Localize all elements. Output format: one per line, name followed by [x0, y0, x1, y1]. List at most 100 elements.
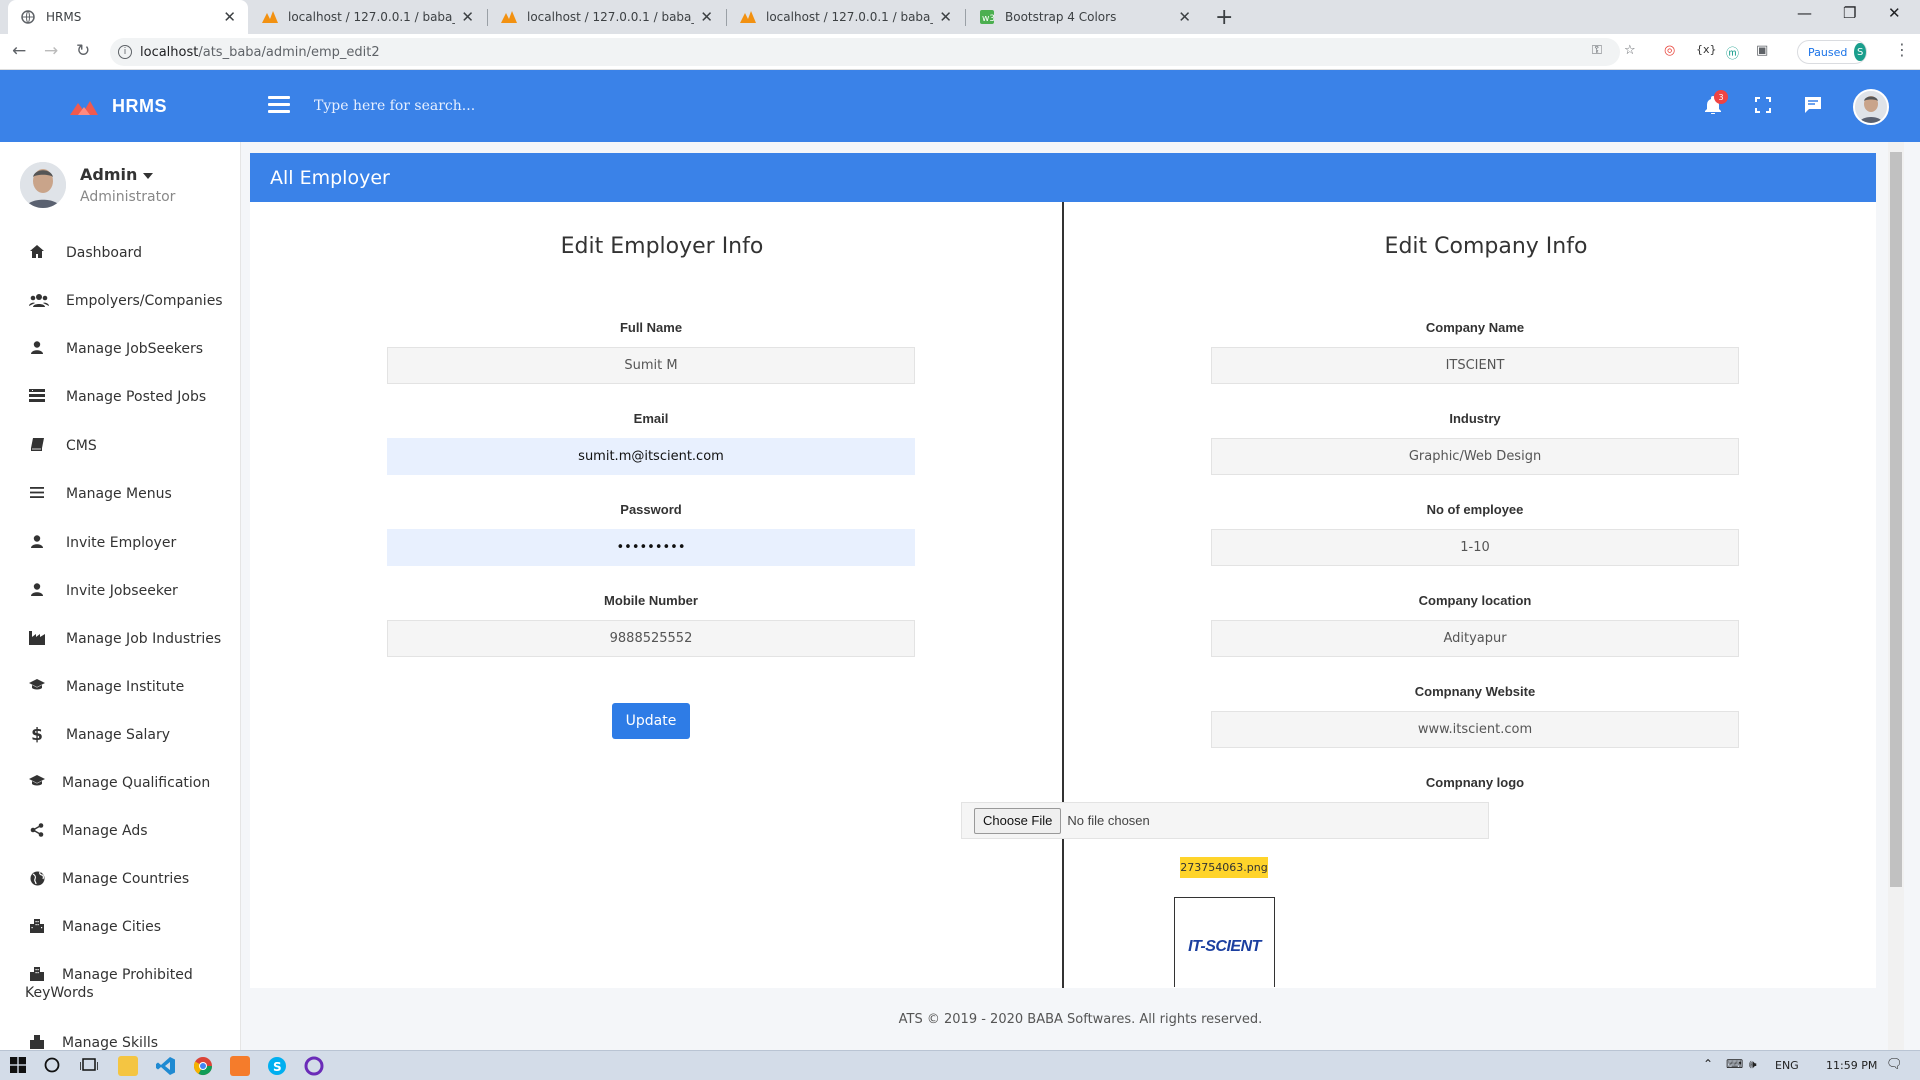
sidebar-item-institute[interactable]: Manage Institute [0, 679, 240, 695]
chat-icon[interactable] [1802, 94, 1824, 116]
volume-icon[interactable]: 🕪 [1749, 1057, 1757, 1072]
company-name-label: Company Name [1425, 320, 1525, 335]
extension-json-icon[interactable]: {x} [1696, 43, 1717, 56]
vscode-icon[interactable] [156, 1056, 176, 1076]
mobile-label: Mobile Number [604, 593, 698, 608]
column-divider [1062, 202, 1064, 988]
close-tab-icon[interactable]: ✕ [700, 8, 713, 26]
password-field[interactable] [387, 529, 915, 566]
sidebar-item-menus[interactable]: Manage Menus [0, 486, 240, 502]
browser-tab-phpmyadmin-2[interactable]: localhost / 127.0.0.1 / baba_hrms ✕ [489, 0, 725, 34]
window-close-icon[interactable]: ✕ [1888, 4, 1901, 22]
sidebar-item-label: Manage Salary [66, 727, 171, 743]
address-bar[interactable]: i localhost/ats_baba/admin/emp_edit2 [110, 38, 1620, 66]
brand[interactable]: HRMS [70, 96, 167, 117]
avatar [20, 162, 66, 208]
sidebar-item-salary[interactable]: $ Manage Salary [0, 727, 240, 744]
new-tab-icon[interactable]: + [1215, 5, 1233, 30]
sidebar-item-skills[interactable]: Manage Skills [0, 1035, 240, 1050]
employee-count-label: No of employee [1426, 502, 1524, 517]
extension-m-icon[interactable]: ⓜ [1726, 43, 1739, 62]
browser-menu-icon[interactable]: ⋮ [1894, 40, 1910, 59]
sidebar-item-invite-employer[interactable]: Invite Employer [0, 535, 240, 552]
full-name-field[interactable] [387, 347, 915, 384]
tab-title: localhost / 127.0.0.1 / baba_hrms [288, 10, 455, 24]
extension-opera-icon[interactable]: ◎ [1664, 43, 1675, 58]
sidebar-item-prohibited-keywords-cont[interactable]: KeyWords [25, 985, 240, 1001]
sidebar-item-jobseekers[interactable]: Manage JobSeekers [0, 341, 240, 358]
email-label: Email [633, 411, 669, 426]
browser-tab-bootstrap-colors[interactable]: w3 Bootstrap 4 Colors ✕ [967, 0, 1203, 34]
reload-icon[interactable]: ↻ [76, 41, 90, 61]
header-avatar[interactable] [1853, 89, 1889, 125]
sidebar-item-label: CMS [66, 438, 97, 454]
sidebar-item-label: Manage Posted Jobs [66, 389, 207, 405]
chrome-icon[interactable] [193, 1056, 213, 1076]
clock[interactable]: 11:59 PM [1826, 1059, 1877, 1072]
user-name-dropdown[interactable]: Admin [80, 165, 154, 184]
sidebar-item-dashboard[interactable]: Dashboard [0, 245, 240, 262]
notification-badge: 3 [1714, 90, 1728, 104]
restore-icon[interactable]: ❐ [1843, 4, 1856, 22]
key-icon[interactable]: ⚿ [1592, 43, 1602, 58]
user-name: Admin [80, 165, 138, 184]
profile-paused-button[interactable]: Paused S [1797, 40, 1867, 64]
tray-chevron-up-icon[interactable]: ⌃ [1703, 1057, 1713, 1071]
copyright-text: ATS © 2019 - 2020 BABA Softwares. All ri… [898, 1012, 1263, 1027]
sidebar-item-ads[interactable]: Manage Ads [0, 823, 240, 841]
sidebar-item-label: Manage Cities [62, 919, 162, 935]
os-taskbar: S ⌃ ⌨ 🕪 ENG 11:59 PM 🗨 [0, 1050, 1920, 1080]
xampp-icon[interactable] [230, 1056, 250, 1076]
action-center-icon[interactable]: 🗨 [1886, 1057, 1903, 1072]
sidebar-item-label: Manage Countries [62, 871, 190, 887]
industry-field[interactable] [1211, 438, 1739, 475]
close-tab-icon[interactable]: ✕ [1178, 8, 1191, 26]
extension-puzzle-icon[interactable]: ▣ [1756, 43, 1768, 58]
hamburger-menu-icon[interactable] [268, 96, 290, 114]
company-website-field[interactable] [1211, 711, 1739, 748]
sidebar-item-cms[interactable]: CMS [0, 438, 240, 455]
browser-tab-phpmyadmin-1[interactable]: localhost / 127.0.0.1 / baba_hrms ✕ [250, 0, 486, 34]
sidebar-item-countries[interactable]: Manage Countries [0, 871, 240, 890]
file-explorer-icon[interactable] [118, 1056, 138, 1076]
sidebar-item-prohibited-keywords[interactable]: Manage Prohibited [0, 967, 240, 985]
update-button[interactable]: Update [612, 703, 690, 739]
cortana-search-icon[interactable] [44, 1057, 60, 1077]
sidebar-item-posted-jobs[interactable]: Manage Posted Jobs [0, 389, 240, 406]
fullscreen-icon[interactable] [1752, 94, 1774, 116]
choose-file-button[interactable]: Choose File [974, 807, 1062, 834]
svg-text:S: S [273, 1060, 282, 1074]
sidebar-item-qualification[interactable]: Manage Qualification [0, 775, 240, 791]
search-input[interactable] [314, 92, 814, 120]
sidebar-item-invite-jobseeker[interactable]: Invite Jobseeker [0, 583, 240, 600]
forward-icon[interactable]: → [44, 41, 58, 61]
sidebar-item-employers[interactable]: Empolyers/Companies [0, 293, 240, 311]
company-location-field[interactable] [1211, 620, 1739, 657]
minimize-icon[interactable]: — [1797, 4, 1812, 22]
company-name-field[interactable] [1211, 347, 1739, 384]
back-icon[interactable]: ← [12, 41, 26, 61]
employee-count-field[interactable] [1211, 529, 1739, 566]
close-tab-icon[interactable]: ✕ [223, 8, 236, 26]
language-indicator[interactable]: ENG [1775, 1059, 1799, 1072]
sidebar-item-cities[interactable]: Manage Cities [0, 919, 240, 937]
task-view-icon[interactable] [79, 1057, 99, 1077]
email-field[interactable] [387, 438, 915, 475]
browser-tab-hrms[interactable]: HRMS ✕ [8, 0, 248, 34]
w3schools-icon: w3 [979, 9, 995, 25]
building-icon [28, 1035, 46, 1050]
browser-tab-phpmyadmin-3[interactable]: localhost / 127.0.0.1 / baba_hrms ✕ [728, 0, 964, 34]
mobile-field[interactable] [387, 620, 915, 657]
windows-start-icon[interactable] [10, 1057, 26, 1077]
sidebar: Admin Administrator Dashboard Empolyers/… [0, 142, 241, 1050]
app-circle-icon[interactable] [304, 1056, 324, 1076]
close-tab-icon[interactable]: ✕ [939, 8, 952, 26]
info-icon[interactable]: i [118, 45, 132, 59]
skype-icon[interactable]: S [267, 1056, 287, 1076]
sidebar-item-job-industries[interactable]: Manage Job Industries [0, 631, 240, 649]
close-tab-icon[interactable]: ✕ [461, 8, 474, 26]
page-scrollbar-thumb[interactable] [1890, 152, 1902, 887]
network-icon[interactable]: ⌨ [1726, 1057, 1743, 1071]
svg-text:w3: w3 [982, 14, 994, 24]
bookmark-star-icon[interactable]: ☆ [1624, 43, 1636, 58]
